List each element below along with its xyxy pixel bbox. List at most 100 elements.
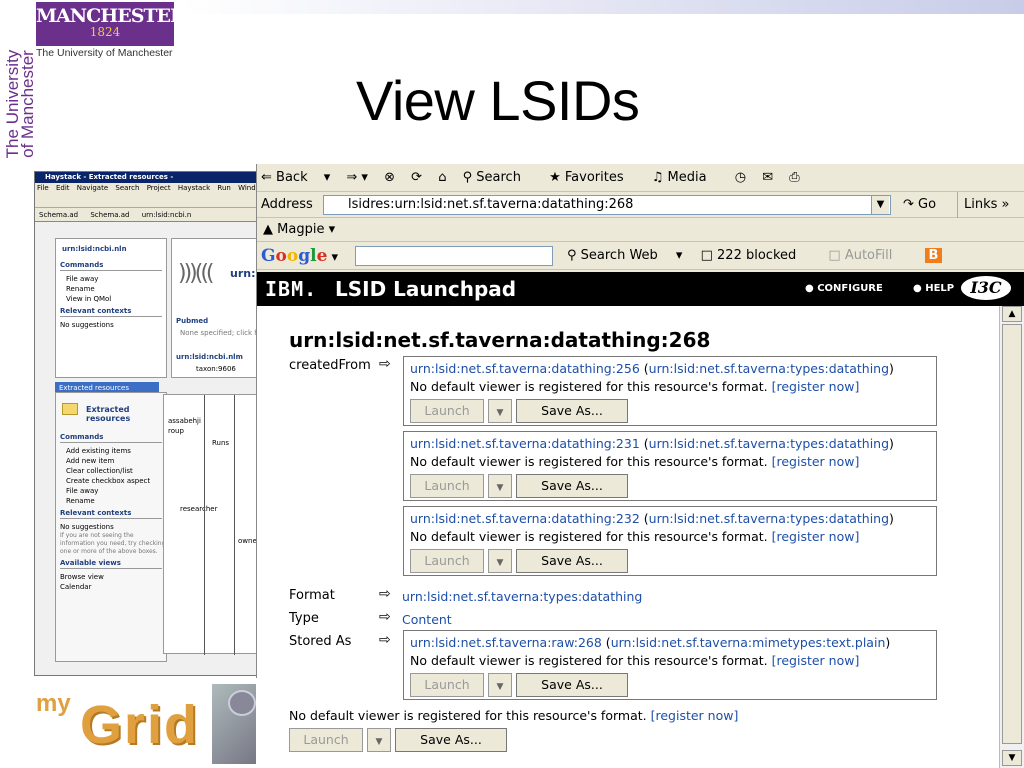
search-button[interactable]: ⚲ Search: [463, 170, 533, 185]
menu-search[interactable]: Search: [115, 184, 139, 192]
launch-dropdown[interactable]: ▼: [488, 474, 512, 498]
right-urn2[interactable]: urn:lsid:ncbi.nlm: [176, 353, 243, 361]
save-as-button[interactable]: Save As...: [516, 474, 628, 498]
media-button[interactable]: ♫ Media: [652, 170, 719, 185]
help-link[interactable]: ● HELP: [913, 283, 954, 294]
command-view-qmol[interactable]: View in QMol: [56, 294, 166, 304]
haystack-toolbar: [35, 194, 267, 208]
menu-haystack[interactable]: Haystack: [178, 184, 210, 192]
save-as-button[interactable]: Save As...: [516, 399, 628, 423]
type-label: Type: [289, 611, 319, 626]
type-link[interactable]: urn:lsid:net.sf.taverna:types:datathing: [649, 361, 889, 376]
haystack-menubar: File Edit Navigate Search Project Haysta…: [35, 183, 267, 194]
command-rename[interactable]: Rename: [56, 284, 166, 294]
type-link[interactable]: urn:lsid:net.sf.taverna:types:datathing: [649, 436, 889, 451]
menu-edit[interactable]: Edit: [56, 184, 70, 192]
type-link[interactable]: urn:lsid:net.sf.taverna:mimetypes:text.p…: [611, 635, 886, 650]
autofill-label: AutoFill: [844, 248, 893, 263]
stop-icon[interactable]: ⊗: [384, 170, 395, 185]
menu-project[interactable]: Project: [147, 184, 171, 192]
register-now-link[interactable]: [register now]: [772, 529, 860, 544]
relevant2-header: Relevant contexts: [60, 509, 162, 519]
mygrid-my: my: [36, 690, 71, 717]
scroll-thumb[interactable]: [1002, 324, 1022, 744]
format-label: Format: [289, 588, 335, 603]
scroll-up-icon[interactable]: ▲: [1002, 306, 1022, 322]
type-link[interactable]: Content: [402, 612, 452, 627]
address-dropdown[interactable]: ▼: [871, 196, 889, 214]
register-now-link[interactable]: [register now]: [772, 379, 860, 394]
cmd-file-away[interactable]: File away: [56, 486, 166, 496]
cmd-add-existing[interactable]: Add existing items: [56, 446, 166, 456]
autofill-button[interactable]: □ AutoFill: [828, 248, 906, 263]
save-as-button[interactable]: Save As...: [395, 728, 507, 752]
popup-blocker-button[interactable]: □ 222 blocked: [701, 248, 811, 263]
menu-file[interactable]: File: [37, 184, 49, 192]
address-input[interactable]: lsidres:urn:lsid:net.sf.taverna:datathin…: [323, 195, 891, 215]
menu-run[interactable]: Run: [217, 184, 230, 192]
browser-toolbar: ⇐ Back ▾ ⇒ ▾ ⊗ ⟳ ⌂ ⚲ Search ★ Favorites …: [257, 164, 1024, 192]
scroll-down-icon[interactable]: ▼: [1002, 750, 1022, 766]
launch-button[interactable]: Launch: [289, 728, 363, 752]
launch-dropdown[interactable]: ▼: [488, 673, 512, 697]
search-web-button[interactable]: ⚲ Search Web ▾: [567, 248, 682, 263]
command-file-away[interactable]: File away: [56, 274, 166, 284]
cmd-clear[interactable]: Clear collection/list: [56, 466, 166, 476]
configure-link[interactable]: ● CONFIGURE: [805, 283, 883, 294]
history-icon[interactable]: ◷: [735, 170, 746, 185]
resource-link[interactable]: urn:lsid:net.sf.taverna:datathing:232: [410, 511, 640, 526]
resource-link[interactable]: urn:lsid:net.sf.taverna:raw:268: [410, 635, 602, 650]
register-now-link[interactable]: [register now]: [651, 708, 739, 723]
view-calendar[interactable]: Calendar: [56, 582, 166, 592]
menu-window[interactable]: Wind: [238, 184, 256, 192]
slide-title: View LSIDs: [356, 69, 640, 132]
magpie-bar: ▲ Magpie ▾: [257, 218, 1024, 242]
created-from-box-1: urn:lsid:net.sf.taverna:datathing:256 (u…: [403, 356, 937, 426]
vertical-scrollbar[interactable]: ▲ ▼: [999, 306, 1024, 768]
resource-link[interactable]: urn:lsid:net.sf.taverna:datathing:231: [410, 436, 640, 451]
no-viewer-line: No default viewer is registered for this…: [410, 379, 859, 394]
google-logo[interactable]: Google: [261, 246, 327, 266]
cmd-create-checkbox[interactable]: Create checkbox aspect: [56, 476, 166, 486]
menu-navigate[interactable]: Navigate: [77, 184, 108, 192]
launch-button[interactable]: Launch: [410, 399, 484, 423]
launch-button[interactable]: Launch: [410, 549, 484, 573]
launch-button[interactable]: Launch: [410, 673, 484, 697]
resource-link[interactable]: urn:lsid:net.sf.taverna:datathing:256: [410, 361, 640, 376]
favorites-button[interactable]: ★ Favorites: [549, 170, 636, 185]
blogger-icon[interactable]: B: [924, 248, 943, 263]
dna-icon: )))(((: [178, 261, 214, 286]
tab-schema-1[interactable]: Schema.ad: [39, 211, 78, 219]
google-search-input[interactable]: [355, 246, 553, 266]
forward-icon[interactable]: ⇒ ▾: [346, 170, 368, 185]
hint-text: If you are not seeing the information yo…: [60, 532, 166, 555]
launch-button[interactable]: Launch: [410, 474, 484, 498]
launch-dropdown[interactable]: ▼: [488, 549, 512, 573]
launch-dropdown[interactable]: ▼: [488, 399, 512, 423]
register-now-link[interactable]: [register now]: [772, 454, 860, 469]
magpie-button[interactable]: ▲ Magpie ▾: [263, 222, 335, 237]
type-link[interactable]: urn:lsid:net.sf.taverna:types:datathing: [649, 511, 889, 526]
cmd-add-new[interactable]: Add new item: [56, 456, 166, 466]
home-icon[interactable]: ⌂: [438, 170, 446, 185]
back-button[interactable]: ⇐ Back ▾: [261, 170, 330, 185]
graph-label-4: researcher: [180, 505, 218, 513]
graph-label-1: assabehji: [168, 417, 201, 425]
address-label: Address: [261, 197, 313, 212]
launch-dropdown[interactable]: ▼: [367, 728, 391, 752]
go-button[interactable]: ↷ Go: [903, 192, 936, 218]
view-browse[interactable]: Browse view: [56, 572, 166, 582]
refresh-icon[interactable]: ⟳: [411, 170, 422, 185]
tab-urn[interactable]: urn:lsid:ncbi.n: [142, 211, 192, 219]
save-as-button[interactable]: Save As...: [516, 549, 628, 573]
tab-schema-2[interactable]: Schema.ad: [90, 211, 129, 219]
register-now-link[interactable]: [register now]: [772, 653, 860, 668]
print-icon[interactable]: ⎙: [789, 170, 799, 185]
cmd-rename[interactable]: Rename: [56, 496, 166, 506]
format-link[interactable]: urn:lsid:net.sf.taverna:types:datathing: [402, 589, 642, 604]
mail-icon[interactable]: ✉: [762, 170, 773, 185]
graph-edge: [204, 395, 205, 655]
links-button[interactable]: Links »: [957, 192, 1010, 218]
no-viewer-line: No default viewer is registered for this…: [410, 653, 859, 668]
save-as-button[interactable]: Save As...: [516, 673, 628, 697]
